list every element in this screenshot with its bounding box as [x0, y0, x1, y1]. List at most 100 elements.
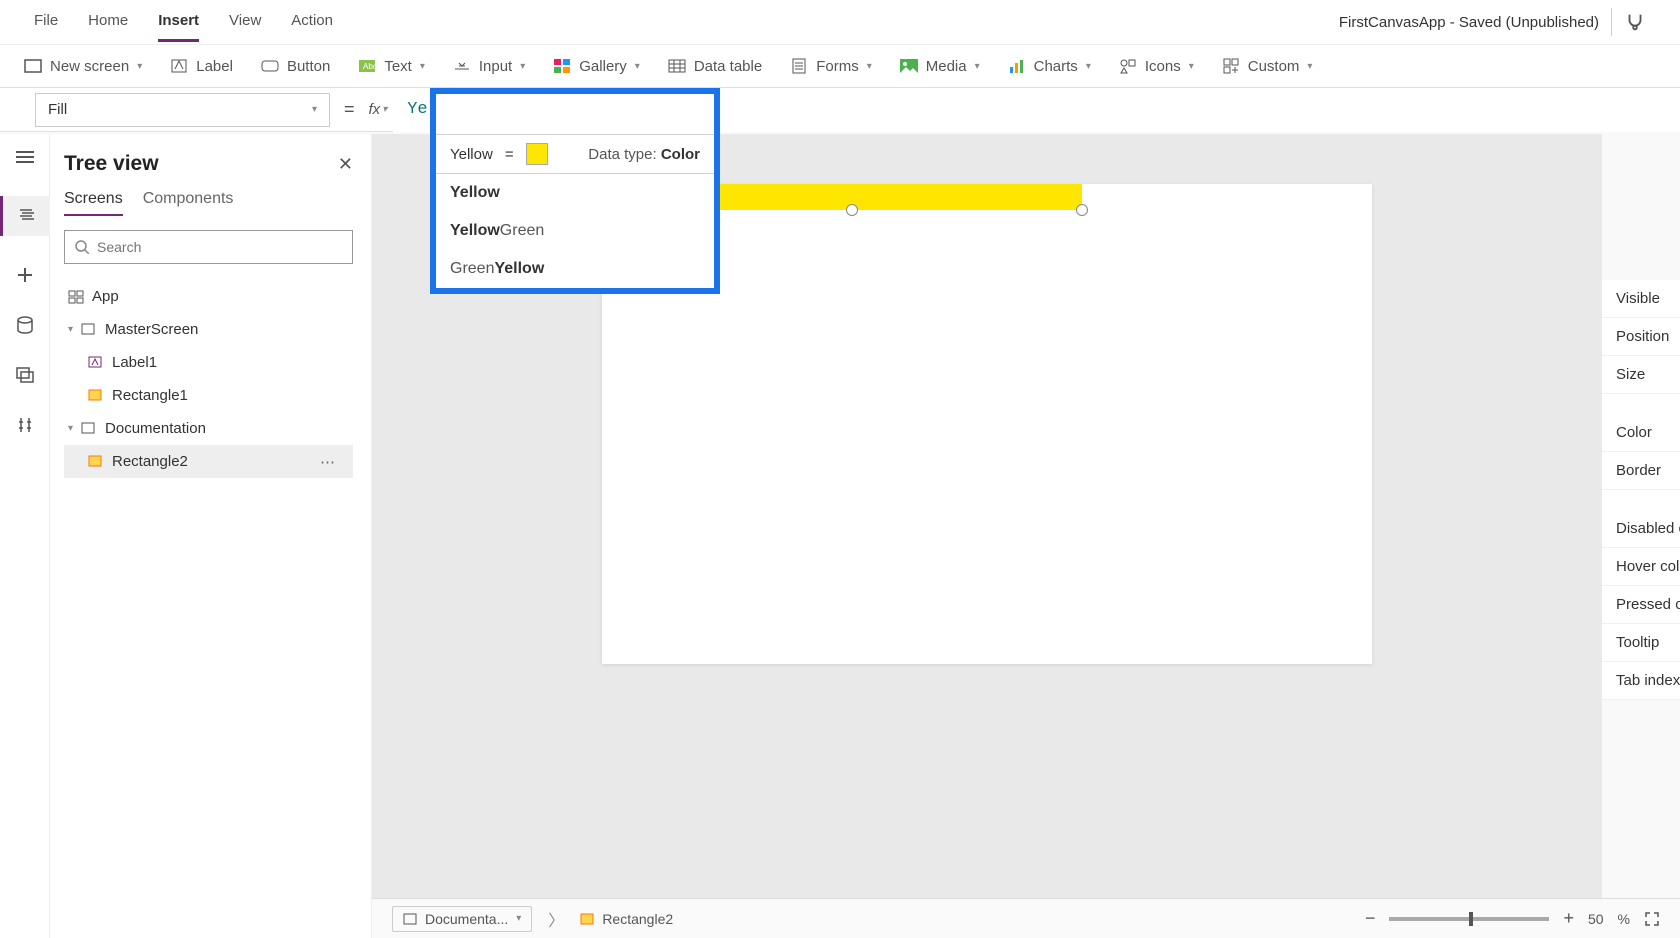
prop-color[interactable]: Color [1602, 414, 1680, 452]
color-swatch [526, 143, 548, 165]
prop-border[interactable]: Border [1602, 452, 1680, 490]
chevron-down-icon: ▾ [68, 423, 73, 434]
suggestion-greenyellow[interactable]: GreenYellow [436, 250, 714, 288]
text-label: Text [384, 58, 412, 75]
breadcrumb-control[interactable]: Rectangle2 [580, 911, 673, 927]
bottom-bar: Documenta... ▾ 〉 Rectangle2 − + 50 % [372, 898, 1680, 938]
eval-name: Yellow [450, 146, 493, 163]
prop-pressed-color[interactable]: Pressed color [1602, 586, 1680, 624]
charts-label: Charts [1034, 58, 1078, 75]
media-button[interactable]: Media ▾ [900, 58, 980, 75]
input-button[interactable]: Input ▾ [453, 58, 525, 75]
icons-button[interactable]: Icons ▾ [1119, 58, 1194, 75]
node-label1-label: Label1 [112, 354, 157, 371]
menu-insert[interactable]: Insert [158, 2, 199, 42]
prop-disabled-color[interactable]: Disabled color [1602, 510, 1680, 548]
media-rail-icon[interactable] [14, 364, 36, 386]
node-master-label: MasterScreen [105, 321, 198, 338]
more-options-icon[interactable]: ⋯ [320, 453, 337, 471]
datatype-info: Data type: Color [588, 146, 700, 163]
node-documentation[interactable]: ▾ Documentation [64, 412, 353, 445]
node-app-label: App [92, 288, 119, 305]
zoom-in-button[interactable]: + [1563, 908, 1574, 929]
custom-icon [1222, 58, 1240, 74]
custom-button[interactable]: Custom ▾ [1222, 58, 1313, 75]
slider-thumb[interactable] [1469, 912, 1473, 926]
popup-top-border [436, 88, 714, 134]
chevron-down-icon: ▾ [382, 104, 387, 115]
prop-position[interactable]: Position [1602, 318, 1680, 356]
close-icon[interactable]: ✕ [338, 154, 353, 175]
prop-hover-color[interactable]: Hover color [1602, 548, 1680, 586]
menu-action[interactable]: Action [291, 2, 333, 42]
suggestion-yellow[interactable]: Yellow [436, 174, 714, 212]
screen-icon [403, 913, 417, 925]
suggestion-yellowgreen[interactable]: YellowGreen [436, 212, 714, 250]
rectangle-icon [580, 913, 594, 925]
add-icon[interactable] [14, 264, 36, 286]
breadcrumb-separator: 〉 [548, 907, 564, 931]
chevron-down-icon: ▾ [516, 913, 521, 924]
node-label1[interactable]: Label1 [64, 346, 353, 379]
gallery-label: Gallery [579, 58, 627, 75]
tab-screens[interactable]: Screens [64, 190, 123, 216]
menubar-right: FirstCanvasApp - Saved (Unpublished) [1339, 8, 1646, 36]
selection-handle[interactable] [846, 204, 858, 216]
menu-home[interactable]: Home [88, 2, 128, 42]
node-rect2-label: Rectangle2 [112, 453, 188, 470]
search-input[interactable] [97, 239, 342, 255]
button-icon [261, 58, 279, 74]
node-masterscreen[interactable]: ▾ MasterScreen [64, 313, 353, 346]
breadcrumb-screen[interactable]: Documenta... ▾ [392, 906, 532, 932]
menubar-left: File Home Insert View Action [34, 2, 333, 42]
app-checker-icon[interactable] [1624, 11, 1646, 33]
data-table-label: Data table [694, 58, 762, 75]
button-button[interactable]: Button [261, 58, 330, 75]
selection-handle[interactable] [1076, 204, 1088, 216]
icons-icon [1119, 58, 1137, 74]
search-box[interactable] [64, 230, 353, 264]
label-button[interactable]: Label [170, 58, 233, 75]
gallery-button[interactable]: Gallery ▾ [553, 58, 640, 75]
chevron-down-icon: ▾ [1307, 61, 1312, 72]
prop-tooltip[interactable]: Tooltip [1602, 624, 1680, 662]
rectangle-icon [88, 455, 104, 469]
forms-label: Forms [816, 58, 859, 75]
zoom-out-button[interactable]: − [1365, 908, 1376, 929]
menu-file[interactable]: File [34, 2, 58, 42]
gallery-icon [553, 58, 571, 74]
app-title: FirstCanvasApp - Saved (Unpublished) [1339, 14, 1599, 31]
icons-label: Icons [1145, 58, 1181, 75]
menu-view[interactable]: View [229, 2, 261, 42]
node-rectangle1[interactable]: Rectangle1 [64, 379, 353, 412]
node-app[interactable]: App [64, 280, 353, 313]
prop-tabindex[interactable]: Tab index [1602, 662, 1680, 700]
popup-evaluation-row: Yellow = Data type: Color [436, 134, 714, 174]
charts-button[interactable]: Charts ▾ [1008, 58, 1091, 75]
hamburger-icon[interactable] [14, 146, 36, 168]
text-button[interactable]: Abc Text ▾ [358, 58, 425, 75]
new-screen-button[interactable]: New screen ▾ [24, 58, 142, 75]
prop-size[interactable]: Size [1602, 356, 1680, 394]
properties-pane: Visible Position Size Color Border Disab… [1602, 280, 1680, 700]
rectangle-icon [88, 389, 104, 403]
data-table-button[interactable]: Data table [668, 58, 762, 75]
prop-visible[interactable]: Visible [1602, 280, 1680, 318]
chevron-down-icon: ▾ [635, 61, 640, 72]
property-dropdown[interactable]: Fill ▾ [35, 93, 330, 127]
screen-icon [81, 323, 97, 337]
forms-button[interactable]: Forms ▾ [790, 58, 872, 75]
fit-to-screen-icon[interactable] [1644, 911, 1660, 927]
tree-view-pane: Tree view ✕ Screens Components App ▾ Mas… [50, 134, 372, 938]
zoom-slider[interactable] [1389, 917, 1549, 921]
tree-view-icon[interactable] [0, 196, 50, 236]
eval-equals: = [505, 146, 514, 163]
tab-components[interactable]: Components [143, 190, 234, 216]
fx-label[interactable]: fx▾ [369, 101, 388, 118]
tools-icon[interactable] [14, 414, 36, 436]
forms-icon [790, 58, 808, 74]
chevron-down-icon: ▾ [312, 104, 317, 115]
node-rectangle2[interactable]: Rectangle2 ⋯ [64, 445, 353, 478]
formula-autocomplete-popup: Yellow = Data type: Color Yellow YellowG… [430, 88, 720, 294]
data-icon[interactable] [14, 314, 36, 336]
